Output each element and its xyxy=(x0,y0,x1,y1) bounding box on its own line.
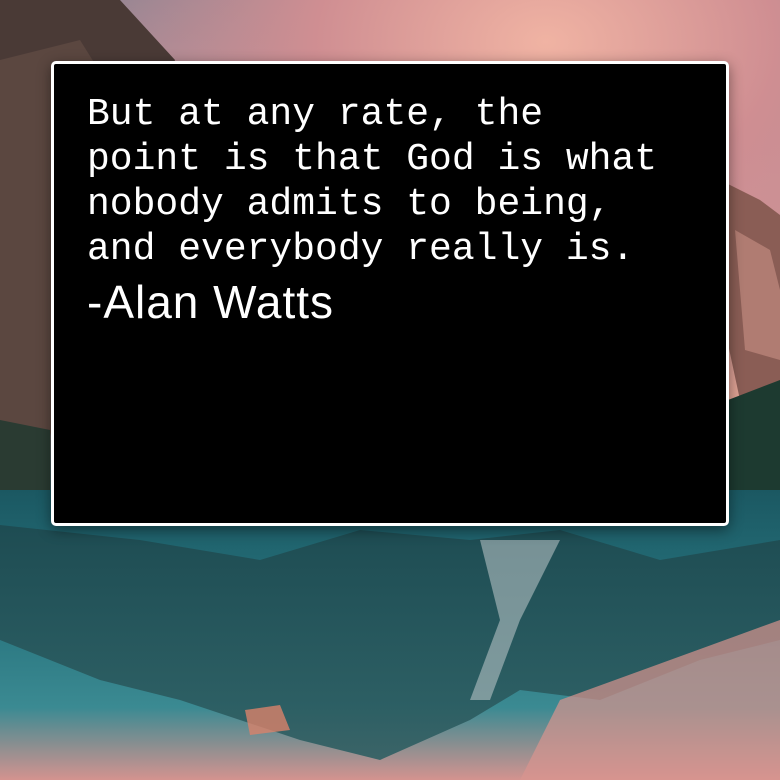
right-trees xyxy=(728,380,780,490)
quote-line-3: nobody admits to being, xyxy=(87,183,612,226)
quote-text: But at any rate, the point is that God i… xyxy=(87,92,707,272)
left-trees xyxy=(0,420,50,495)
quote-card: But at any rate, the point is that God i… xyxy=(51,61,729,526)
quote-line-4: and everybody really is. xyxy=(87,228,635,271)
quote-line-2: point is that God is what xyxy=(87,138,658,181)
quote-author: -Alan Watts xyxy=(87,276,335,328)
quote-line-1: But at any rate, the xyxy=(87,93,544,136)
background-scene: But at any rate, the point is that God i… xyxy=(0,0,780,780)
